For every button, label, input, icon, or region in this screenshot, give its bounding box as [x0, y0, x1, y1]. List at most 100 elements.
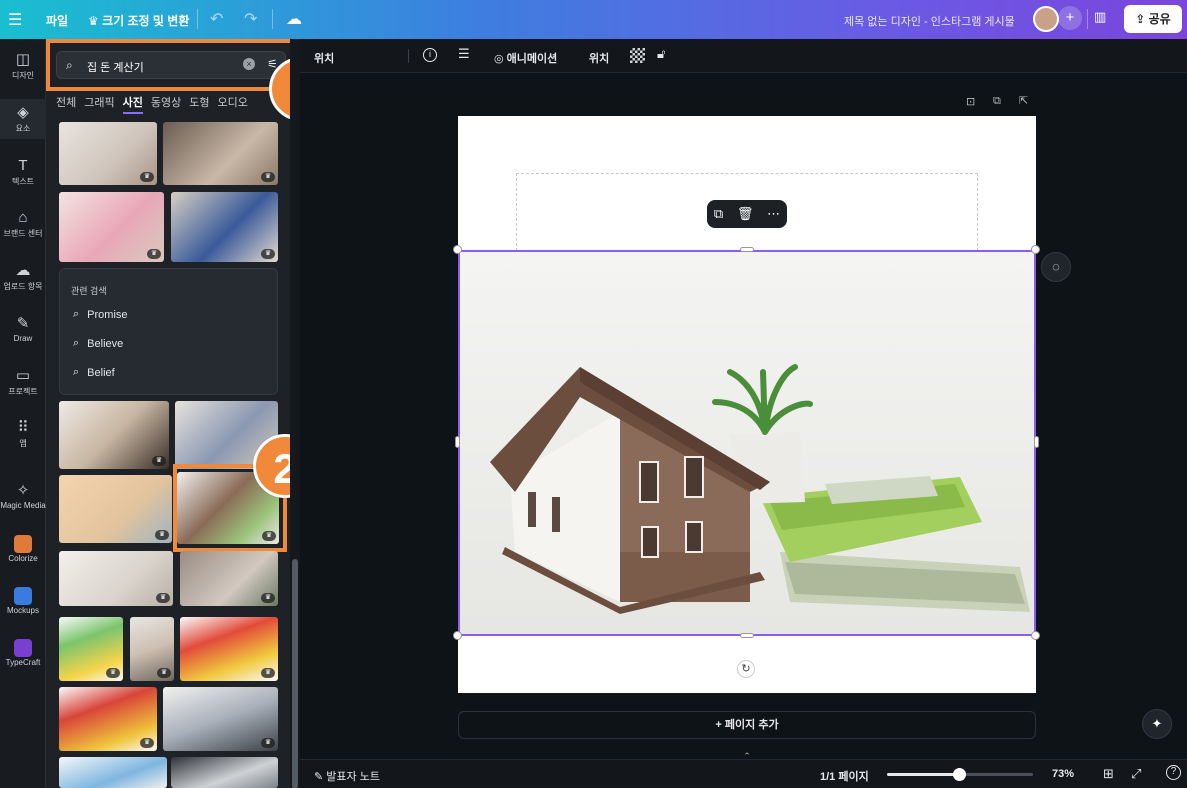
element-floating-menu: ⧉ 🗑︎ ⋯	[707, 200, 787, 228]
crown-icon: ♛	[261, 593, 275, 603]
photo-thumbnail[interactable]: ♛	[171, 192, 278, 262]
typecraft-icon	[14, 639, 32, 657]
photo-thumbnail[interactable]: ♛	[59, 687, 157, 751]
tab-videos[interactable]: 동영상	[151, 94, 181, 114]
rail-item-colorize[interactable]: Colorize	[0, 535, 46, 563]
resize-handle[interactable]	[1034, 436, 1039, 448]
photo-thumbnail[interactable]: ♛	[180, 551, 278, 606]
position-button[interactable]: 위치	[589, 50, 609, 66]
magic-sparkle-icon[interactable]: ✦	[1142, 709, 1172, 739]
rail-item-projects[interactable]: ▭ 프로젝트	[0, 367, 46, 397]
menu-icon[interactable]: ☰	[8, 10, 22, 30]
crown-icon: ♛	[155, 530, 169, 540]
notes-button[interactable]: ✎ 발표자 노트	[314, 768, 380, 784]
analytics-icon[interactable]: ▥	[1094, 9, 1106, 25]
tab-all[interactable]: 전체	[56, 94, 76, 114]
photo-thumbnail[interactable]: ♛	[59, 551, 173, 606]
photo-thumbnail[interactable]: ♛	[59, 401, 169, 469]
add-collaborator-icon[interactable]: +	[1058, 6, 1082, 30]
resize-handle[interactable]	[455, 436, 460, 448]
document-title[interactable]: 제목 없는 디자인 - 인스타그램 게시물	[844, 13, 1015, 29]
photo-thumbnail[interactable]	[59, 757, 167, 788]
trash-icon[interactable]: 🗑︎	[737, 206, 754, 222]
comment-icon[interactable]: ◌	[1041, 252, 1071, 282]
crown-icon: ♛	[261, 172, 275, 182]
resize-handle[interactable]	[1031, 245, 1040, 254]
related-item[interactable]: ⌕ Promise	[73, 308, 128, 321]
position-left-button[interactable]: 위치	[314, 50, 334, 66]
highlight-search	[46, 39, 300, 91]
transparency-icon[interactable]	[630, 48, 645, 63]
rail-item-elements[interactable]: ◈ 요소	[0, 99, 46, 139]
animate-button[interactable]: ◎ 애니메이션	[494, 50, 557, 66]
resize-handle[interactable]	[740, 633, 754, 638]
crown-icon: ♛	[147, 249, 161, 259]
page-indicator[interactable]: 1/1 페이지	[820, 768, 869, 784]
photo-thumbnail[interactable]: ♛	[59, 192, 164, 262]
tab-shapes[interactable]: 도형	[189, 94, 209, 114]
selected-photo[interactable]	[458, 250, 1036, 636]
duplicate-icon[interactable]: ⧉	[714, 206, 723, 222]
panel-scrollbar[interactable]	[290, 39, 300, 788]
zoom-slider-knob[interactable]	[953, 768, 966, 781]
photo-thumbnail[interactable]: ♛	[59, 617, 123, 681]
photo-thumbnail[interactable]: ♛	[59, 122, 157, 185]
expand-pages-icon[interactable]: ⌃	[740, 751, 754, 761]
photo-thumbnail[interactable]: ♛	[163, 687, 278, 751]
add-page-icon[interactable]: ⇱	[1019, 94, 1028, 107]
photo-thumbnail[interactable]: ♛	[59, 475, 172, 543]
crown-icon: ♛	[156, 593, 170, 603]
add-page-button[interactable]: + 페이지 추가	[458, 711, 1036, 739]
rail-item-design[interactable]: ◫ 디자인	[0, 51, 46, 81]
scrollbar-thumb[interactable]	[292, 559, 298, 788]
zoom-slider[interactable]	[887, 768, 1033, 781]
cloud-save-icon[interactable]: ☁	[286, 9, 302, 29]
resize-handle[interactable]	[740, 247, 754, 252]
elements-icon: ◈	[17, 104, 29, 121]
help-icon[interactable]: ?	[1166, 765, 1181, 780]
mockups-icon	[14, 587, 32, 605]
resize-button[interactable]: ♛ 크기 조정 및 변환	[88, 12, 189, 29]
photo-thumbnail[interactable]: ♛	[180, 617, 278, 681]
grid-view-icon[interactable]: ⊞	[1103, 766, 1114, 782]
resize-handle[interactable]	[1031, 631, 1040, 640]
rail-item-apps[interactable]: ⠿ 앱	[0, 419, 46, 449]
resize-handle[interactable]	[453, 631, 462, 640]
house-calculator-image	[460, 252, 1034, 634]
avatar[interactable]	[1033, 6, 1059, 32]
lock-icon[interactable]: 🔓︎	[657, 46, 665, 62]
info-icon[interactable]: i	[423, 48, 437, 62]
tab-audio[interactable]: 오디오	[218, 94, 248, 114]
tab-graphics[interactable]: 그래픽	[84, 94, 114, 114]
rail-item-mockups[interactable]: Mockups	[0, 587, 46, 615]
rail-item-typecraft[interactable]: TypeCraft	[0, 639, 46, 667]
redo-icon[interactable]: ↷	[244, 9, 257, 29]
animate-icon: ◎	[494, 53, 507, 65]
tab-photos[interactable]: 사진	[122, 94, 143, 114]
lock-page-icon[interactable]: ⊡	[966, 95, 975, 108]
duplicate-page-icon[interactable]: ⧉	[993, 95, 1001, 108]
file-menu[interactable]: 파일	[46, 12, 68, 29]
photo-thumbnail[interactable]	[171, 757, 278, 788]
photo-thumbnail[interactable]: ♛	[163, 122, 278, 185]
rail-item-uploads[interactable]: ☁ 업로드 항목	[0, 262, 46, 292]
related-item[interactable]: ⌕ Belief	[73, 366, 115, 379]
share-button[interactable]: ⇪ 공유	[1124, 5, 1182, 33]
photo-thumbnail[interactable]: ♛	[130, 617, 174, 681]
colorize-icon	[14, 535, 32, 553]
resize-handle[interactable]	[453, 245, 462, 254]
editor-area: 위치 i ☰ ◎ 애니메이션 위치 🔓︎ ⊡ ⧉ ⇱ ⧉ 🗑︎ ⋯ ↻ ◌ + …	[300, 39, 1187, 788]
undo-icon[interactable]: ↶	[210, 9, 223, 29]
lines-icon[interactable]: ☰	[458, 46, 470, 62]
zoom-value[interactable]: 73%	[1052, 768, 1074, 780]
related-item[interactable]: ⌕ Believe	[73, 337, 123, 350]
category-tabs: 전체 그래픽 사진 동영상 도형 오디오	[56, 94, 256, 114]
rotate-icon[interactable]: ↻	[737, 660, 755, 678]
rail-item-draw[interactable]: ✎ Draw	[0, 315, 46, 343]
rail-item-text[interactable]: T 텍스트	[0, 157, 46, 187]
rail-item-brand[interactable]: ⌂ 브랜드 센터	[0, 209, 46, 239]
more-icon[interactable]: ⋯	[767, 206, 780, 222]
apps-icon: ⠿	[17, 419, 29, 436]
fullscreen-icon[interactable]: ⤢	[1131, 766, 1141, 782]
rail-item-magic-media[interactable]: ✧ Magic Media	[0, 482, 46, 510]
